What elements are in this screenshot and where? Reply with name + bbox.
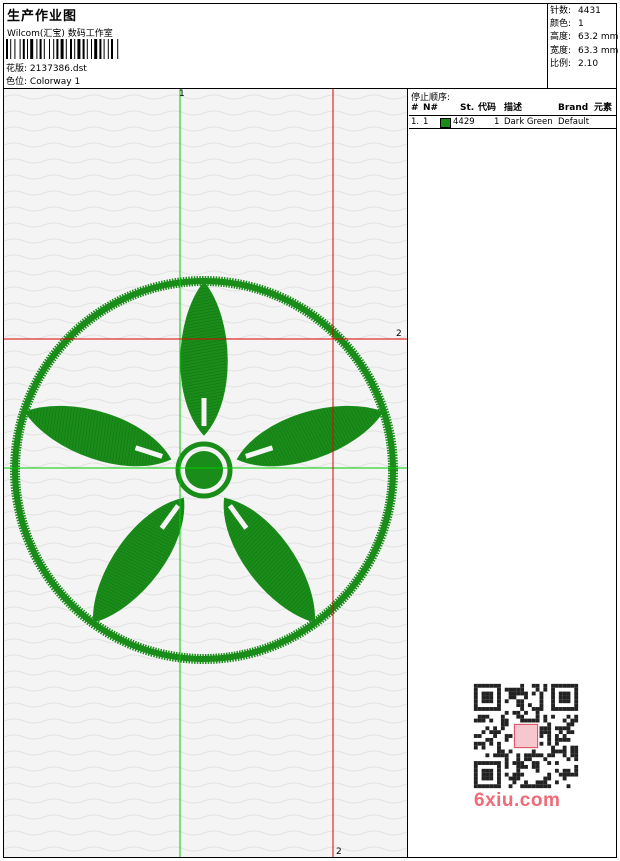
- col-st: St.: [460, 103, 475, 113]
- thread-color-swatch: [440, 118, 451, 128]
- stat-height: 高度: 63.2 mm: [550, 32, 619, 43]
- row-stitches: 4429: [453, 117, 475, 127]
- header-left: 生产作业图 Wilcom(汇宝) 数码工作室: [7, 5, 113, 39]
- design-file: 2137386.dst: [29, 64, 87, 74]
- barcode: [6, 39, 119, 59]
- row-index: 1.: [411, 117, 420, 127]
- guide-label-red-bottom: 2: [336, 847, 342, 857]
- row-no: 1: [423, 117, 429, 127]
- watermark-logo: 6xiu.com: [474, 790, 561, 811]
- col-hash: #: [411, 103, 419, 113]
- table-row[interactable]: 1. 1 4429 1 Dark Green Default: [409, 116, 616, 129]
- stat-stitches: 针数: 4431: [550, 6, 601, 16]
- guide-label-red-right: 2: [396, 329, 402, 339]
- stat-colors: 颜色: 1: [550, 19, 584, 30]
- design-canvas[interactable]: 1 2 2: [4, 89, 408, 857]
- stop-sequence-header: # N# St. 代码 描述 Brand 元素: [409, 102, 616, 116]
- row-brand: Default: [558, 117, 590, 127]
- row-code: 1: [494, 117, 500, 127]
- qr-code: [470, 680, 582, 792]
- col-brand: Brand: [558, 103, 589, 113]
- row-description: Dark Green: [504, 117, 553, 127]
- colorway-line: 色位: Colorway 1: [6, 74, 80, 87]
- design-label: 花版:: [6, 64, 28, 74]
- stat-ratio: 比例: 2.10: [550, 58, 599, 69]
- guide-label-green: 1: [179, 89, 185, 99]
- center-dot: [185, 451, 223, 489]
- col-description: 描述: [504, 103, 523, 113]
- company-name: Wilcom(汇宝) 数码工作室: [7, 29, 113, 39]
- page-title: 生产作业图: [7, 9, 78, 24]
- col-code: 代码: [478, 103, 497, 113]
- colorway-value: Colorway 1: [29, 77, 81, 87]
- col-no: N#: [423, 103, 439, 113]
- col-element: 元素: [594, 103, 613, 113]
- colorway-label: 色位:: [6, 77, 28, 87]
- header: 生产作业图 Wilcom(汇宝) 数码工作室 花版: 2137386.dst 色…: [3, 3, 619, 89]
- design-stats: 针数: 4431 颜色: 1 高度: 63.2 mm 宽度: 63.3 mm 比例: 2.…: [547, 3, 619, 89]
- design-file-line: 花版: 2137386.dst: [6, 61, 87, 74]
- stat-width: 宽度: 63.3 mm: [550, 45, 619, 56]
- embroidery-design: [4, 89, 407, 857]
